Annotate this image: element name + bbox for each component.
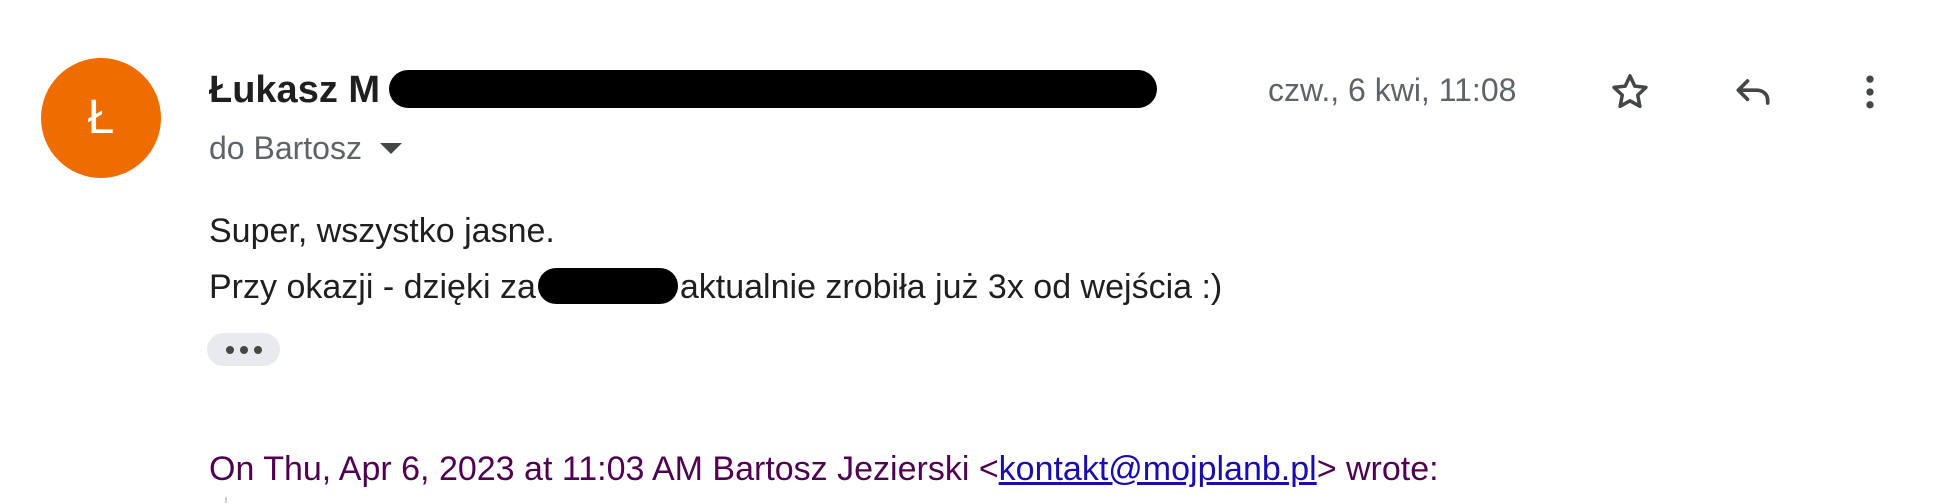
sender-avatar[interactable]: Ł — [41, 58, 161, 178]
inline-redaction — [537, 268, 678, 304]
reply-icon — [1736, 79, 1770, 105]
quote-suffix: > wrote: — [1316, 450, 1439, 488]
ellipsis-dot-icon — [239, 345, 248, 354]
email-link[interactable]: kontakt@mojplanb.pl — [999, 450, 1317, 488]
recipient-label: do Bartosz — [209, 129, 362, 166]
message-date: czw., 6 kwi, 11:08 — [1268, 72, 1517, 108]
quoted-header: On Thu, Apr 6, 2023 at 11:03 AM Bartosz … — [209, 445, 1439, 493]
star-button[interactable] — [1600, 62, 1660, 122]
body-text-after-redaction: aktualnie zrobiła już 3x od wejścia :) — [679, 268, 1223, 306]
message-body-line-2: Przy okazji - dzięki za aktualnie zrobiła… — [209, 263, 1222, 311]
show-details-caret-icon[interactable] — [379, 142, 402, 154]
more-vert-icon — [1866, 75, 1874, 109]
quote-prefix: On Thu, Apr 6, 2023 at 11:03 AM Bartosz … — [209, 450, 999, 488]
redaction-bar — [389, 70, 1157, 108]
sender-name[interactable]: Łukasz M — [209, 62, 380, 118]
message-body-line-1: Super, wszystko jasne. — [209, 212, 555, 250]
recipient-row[interactable]: do Bartosz — [209, 125, 402, 171]
more-options-button[interactable] — [1840, 62, 1900, 122]
body-text-before-redaction: Przy okazji - dzięki za — [209, 268, 536, 306]
ellipsis-dot-icon — [225, 345, 234, 354]
show-trimmed-content-button[interactable] — [207, 333, 280, 366]
ellipsis-dot-icon — [253, 345, 262, 354]
quote-border — [225, 497, 227, 503]
star-icon — [1612, 74, 1648, 109]
reply-button[interactable] — [1723, 62, 1783, 122]
